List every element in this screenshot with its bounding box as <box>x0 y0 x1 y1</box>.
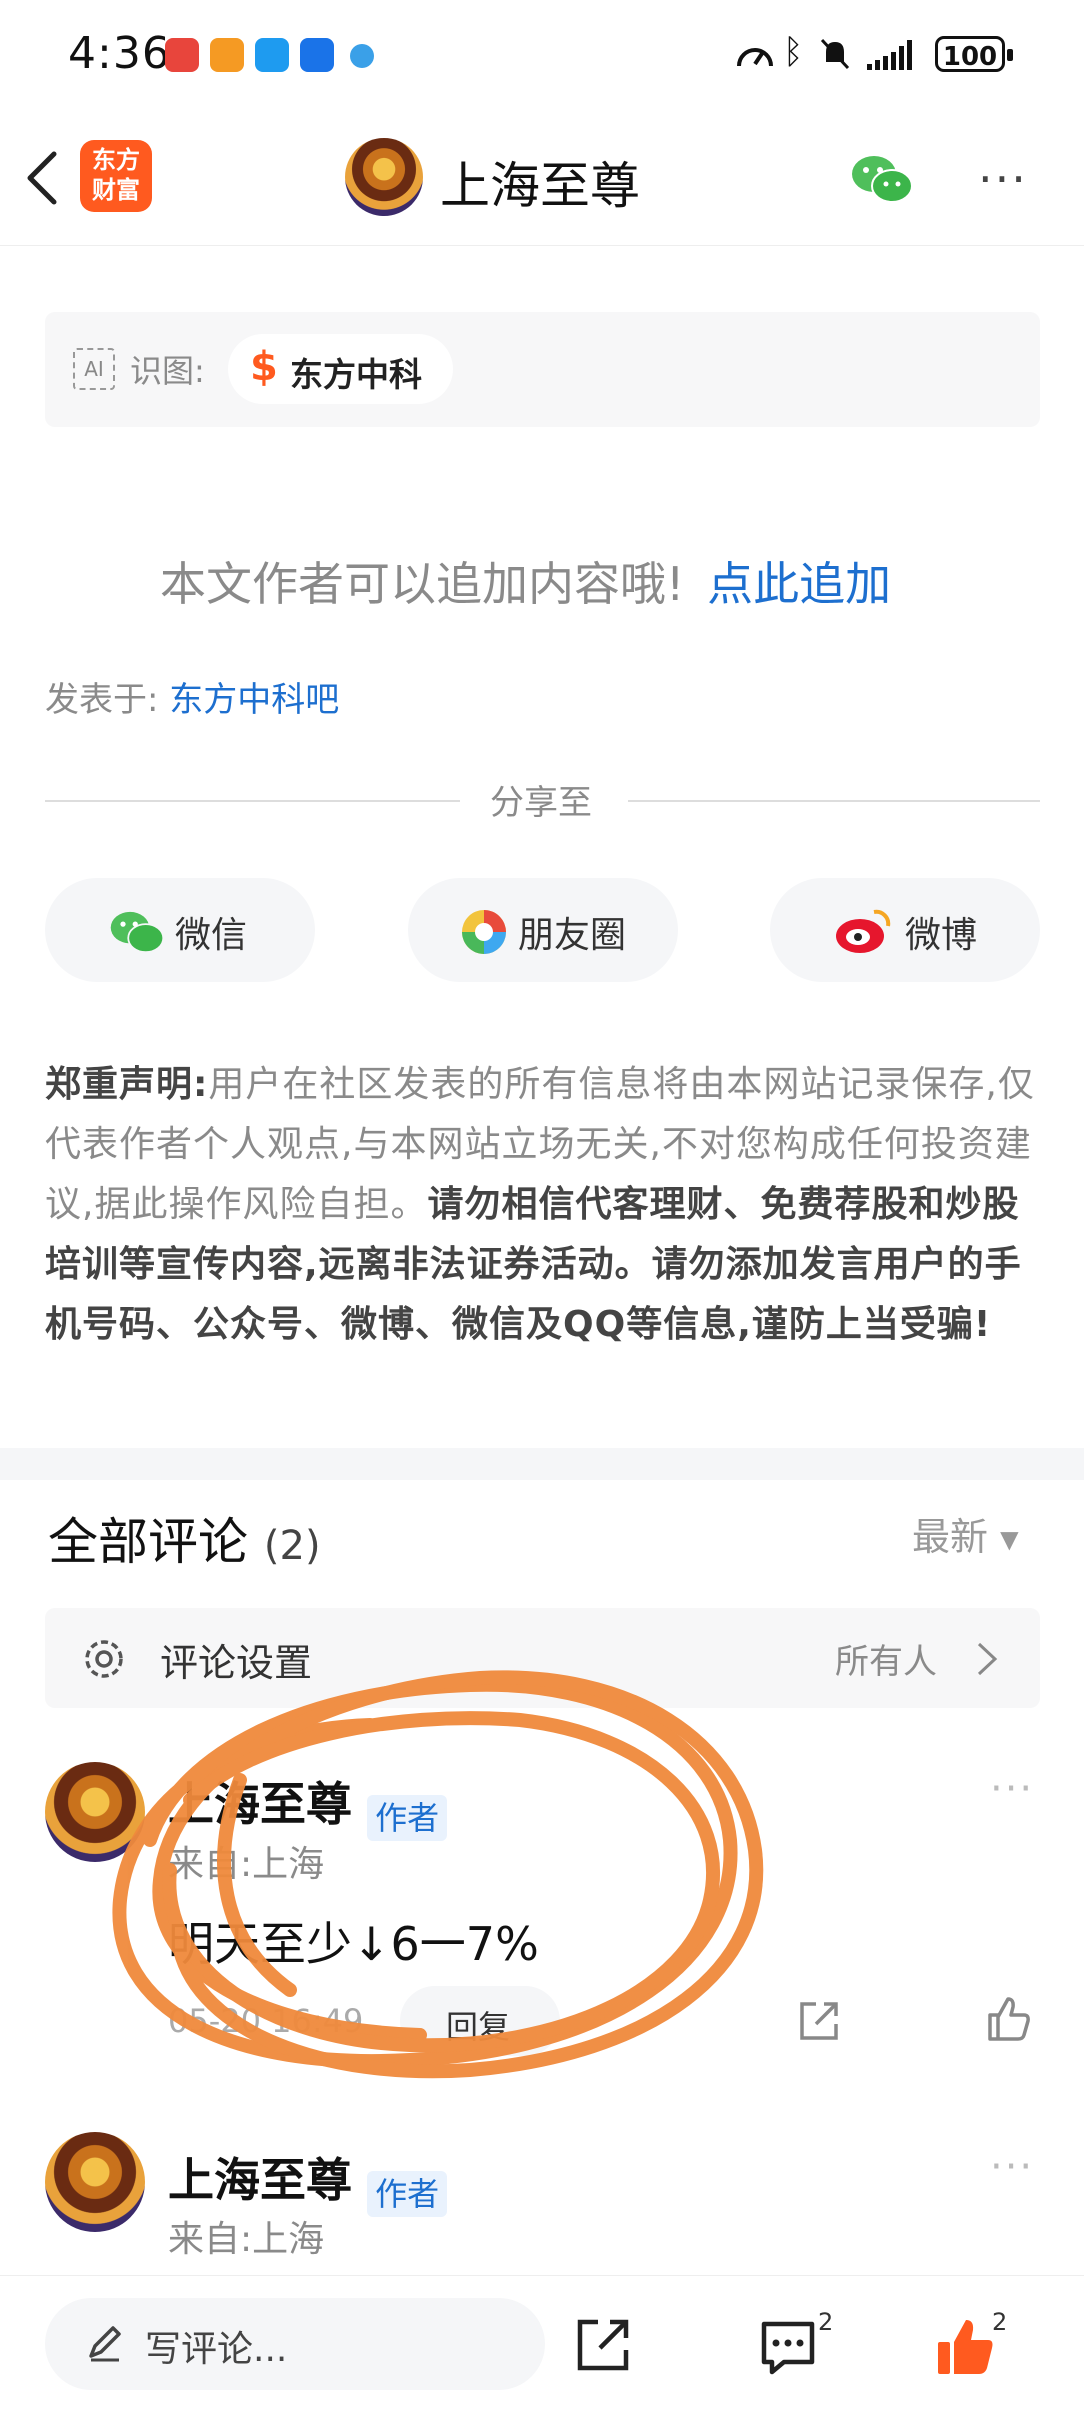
comment-avatar[interactable] <box>45 2132 145 2232</box>
weibo-icon <box>836 909 891 953</box>
status-bar: 4:36 ᛒ 100 <box>0 0 1084 110</box>
stock-name: 东方中科 <box>290 355 422 394</box>
comment-icon[interactable] <box>758 2318 818 2378</box>
write-comment-input[interactable]: 写评论... <box>45 2298 545 2390</box>
bottom-bar: 写评论... 2 2 <box>0 2275 1084 2413</box>
like-icon[interactable] <box>984 1995 1032 2043</box>
weather-app-icon <box>300 38 334 72</box>
dropdown-arrow-icon: ▼ <box>1000 1525 1019 1554</box>
share-weibo-button[interactable]: 微博 <box>770 878 1040 982</box>
ai-scan-icon: AI <box>73 348 115 390</box>
comments-title-row: 全部评论 (2) <box>48 1502 321 1574</box>
battery-indicator: 100 <box>935 36 1013 72</box>
annotation-scribble <box>112 1670 764 2079</box>
app-header: 东方 财富 上海至尊 ··· <box>0 110 1084 246</box>
share-moments-label: 朋友圈 <box>518 915 627 956</box>
pencil-icon <box>89 2326 121 2362</box>
comment-item: 上海至尊 作者 来自:上海 ··· <box>0 2110 1084 2275</box>
signal-icon <box>867 40 912 70</box>
author-badge: 作者 <box>367 2170 448 2217</box>
dollar-icon: $ <box>250 344 278 390</box>
share-wechat-label: 微信 <box>175 915 248 956</box>
browser-icon <box>350 44 374 68</box>
comment-location: 来自:上海 <box>168 2219 325 2260</box>
section-gap <box>0 1448 1084 1480</box>
posted-in-label: 发表于: <box>45 680 159 720</box>
comments-count: (2) <box>263 1523 321 1569</box>
comment-more-icon[interactable]: ··· <box>990 1766 1034 1812</box>
sort-label: 最新 <box>912 1515 989 1559</box>
write-comment-placeholder: 写评论... <box>145 2329 288 2370</box>
append-content-row: 本文作者可以追加内容哦! 点此追加 <box>160 548 891 614</box>
disclaimer: 郑重声明:用户在社区发表的所有信息将由本网站记录保存,仅代表作者个人观点,与本网… <box>45 1055 1040 1355</box>
comment-count-badge: 2 <box>818 2308 834 2336</box>
page-title: 上海至尊 <box>440 157 640 215</box>
like-filled-icon[interactable] <box>934 2316 996 2378</box>
chevron-right-icon <box>977 1642 998 1676</box>
share-label: 分享至 <box>490 783 592 823</box>
share-divider-left <box>45 800 460 802</box>
wechat-icon[interactable] <box>850 152 914 206</box>
comment-more-icon[interactable]: ··· <box>990 2144 1034 2190</box>
append-prompt: 本文作者可以追加内容哦! <box>160 557 685 611</box>
append-link[interactable]: 点此追加 <box>707 557 891 611</box>
stock-chip[interactable]: $ 东方中科 <box>228 334 453 404</box>
brand-logo-text: 东方 财富 <box>92 146 140 204</box>
sort-dropdown[interactable]: 最新 ▼ <box>912 1506 1019 1561</box>
comments-title: 全部评论 <box>48 1513 248 1571</box>
share-icon[interactable] <box>574 2316 632 2374</box>
disclaimer-title: 郑重声明: <box>45 1064 209 1105</box>
comment-author[interactable]: 上海至尊 <box>168 2153 352 2207</box>
comment-settings-value: 所有人 <box>835 1642 937 1682</box>
mute-bell-icon <box>820 38 850 70</box>
brand-logo[interactable]: 东方 财富 <box>80 140 152 212</box>
back-arrow-icon[interactable] <box>22 150 62 206</box>
comment-header: 上海至尊 作者 <box>168 2144 448 2217</box>
status-time: 4:36 <box>68 28 171 79</box>
video-app-icon <box>210 38 244 72</box>
bluetooth-icon: ᛒ <box>783 32 804 72</box>
image-recognition-box: AI 识图: $ 东方中科 <box>45 312 1040 427</box>
share-divider-right <box>628 800 1040 802</box>
forum-link[interactable]: 东方中科吧 <box>169 680 339 720</box>
share-wechat-button[interactable]: 微信 <box>45 878 315 982</box>
author-avatar[interactable] <box>345 138 423 216</box>
image-recognition-label: 识图: <box>130 352 205 390</box>
posted-in-row: 发表于: 东方中科吧 <box>45 672 339 721</box>
data-speed-icon <box>737 48 773 67</box>
wechat-icon <box>110 911 165 953</box>
more-menu-icon[interactable]: ··· <box>978 152 1028 206</box>
share-weibo-label: 微博 <box>905 915 978 956</box>
missed-call-icon <box>165 38 199 72</box>
search-app-icon <box>255 38 289 72</box>
moments-icon <box>462 910 506 954</box>
like-count-badge: 2 <box>992 2308 1008 2336</box>
share-moments-button[interactable]: 朋友圈 <box>408 878 678 982</box>
